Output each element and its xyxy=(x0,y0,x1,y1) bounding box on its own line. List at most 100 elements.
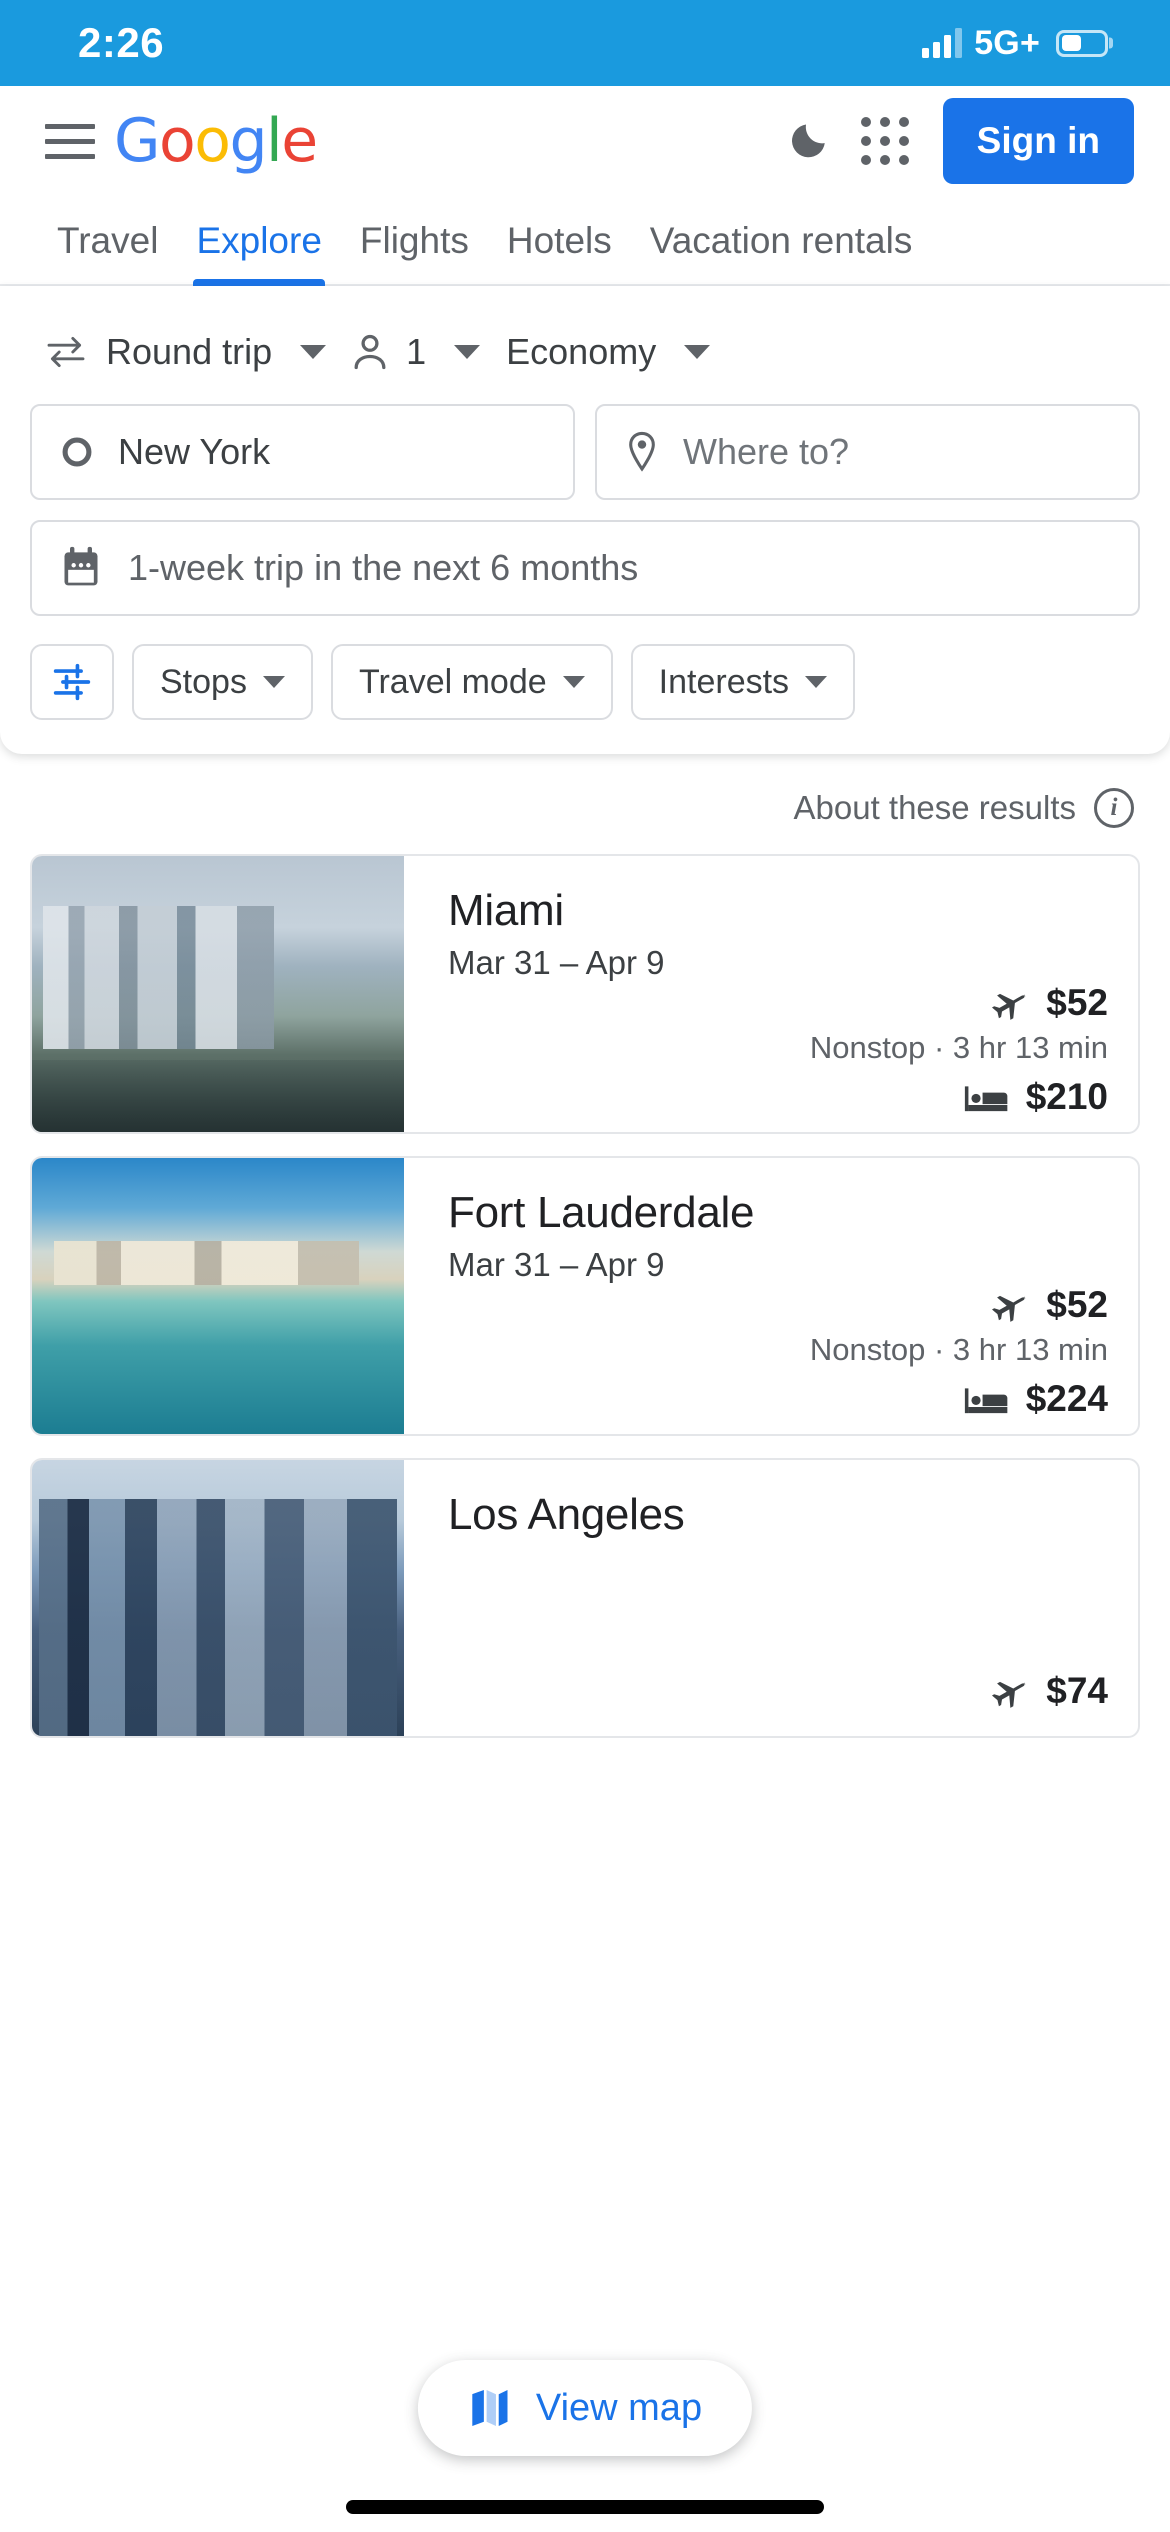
airplane-icon xyxy=(992,993,1026,1020)
chip-travel-mode-label: Travel mode xyxy=(358,662,547,701)
flight-price: $74 xyxy=(1046,1670,1108,1711)
logo-letter: o xyxy=(159,106,196,176)
chip-stops-label: Stops xyxy=(160,662,247,701)
chevron-down-icon xyxy=(684,345,711,359)
chip-travel-mode[interactable]: Travel mode xyxy=(330,644,613,720)
hotel-price: $210 xyxy=(1025,1076,1108,1117)
cabin-class-label: Economy xyxy=(506,331,657,372)
all-filters-button[interactable] xyxy=(30,644,114,720)
flight-price: $52 xyxy=(1046,982,1108,1023)
network-type-label: 5G+ xyxy=(974,23,1040,62)
logo-letter: l xyxy=(266,106,283,176)
chip-stops[interactable]: Stops xyxy=(132,644,313,720)
info-icon[interactable]: i xyxy=(1094,788,1134,828)
flight-price-line: $52 xyxy=(448,982,1108,1024)
google-apps-button[interactable] xyxy=(847,103,923,179)
filter-sliders-icon xyxy=(53,663,91,701)
flight-price: $52 xyxy=(1046,1284,1108,1325)
swap-arrows-icon xyxy=(47,336,85,368)
destination-field[interactable]: Where to? xyxy=(595,404,1140,500)
chip-interests[interactable]: Interests xyxy=(630,644,856,720)
chevron-down-icon xyxy=(454,345,481,359)
trip-type-selector[interactable]: Round trip xyxy=(44,331,352,373)
apps-grid-icon xyxy=(860,117,909,165)
tab-travel[interactable]: Travel xyxy=(38,220,177,284)
dates-value: 1-week trip in the next 6 months xyxy=(128,547,639,588)
destination-prices: $74 xyxy=(448,1670,1108,1712)
tab-flights[interactable]: Flights xyxy=(341,220,488,284)
map-icon xyxy=(472,2390,508,2426)
home-indicator[interactable] xyxy=(346,2500,824,2514)
chevron-down-icon xyxy=(300,345,327,359)
destination-card[interactable]: Miami Mar 31 – Apr 9 $52 Nonstop · 3 hr … xyxy=(30,854,1140,1134)
origin-circle-icon xyxy=(62,437,92,467)
chevron-down-icon xyxy=(805,676,828,688)
destination-photo xyxy=(32,1460,404,1736)
filter-chips-row: Stops Travel mode Interests xyxy=(30,644,1140,720)
status-indicators: 5G+ xyxy=(922,24,1108,63)
chip-interests-label: Interests xyxy=(658,662,790,701)
status-time: 2:26 xyxy=(78,19,165,66)
person-icon xyxy=(354,334,386,370)
about-these-results[interactable]: About these results i xyxy=(30,754,1140,854)
origin-value: New York xyxy=(118,431,271,472)
sign-in-button[interactable]: Sign in xyxy=(942,98,1134,184)
logo-letter: o xyxy=(194,106,231,176)
bed-icon xyxy=(964,1086,1008,1112)
destination-prices: $52 Nonstop · 3 hr 13 min $224 xyxy=(448,1284,1108,1420)
destination-card[interactable]: Fort Lauderdale Mar 31 – Apr 9 $52 Nonst… xyxy=(30,1156,1140,1436)
signal-bars-icon xyxy=(922,28,963,58)
dark-mode-toggle-button[interactable] xyxy=(771,103,847,179)
destination-city: Fort Lauderdale xyxy=(448,1188,755,1237)
dates-field[interactable]: 1-week trip in the next 6 months xyxy=(30,520,1140,616)
airplane-icon xyxy=(992,1681,1026,1708)
destination-photo xyxy=(32,1158,404,1434)
status-bar: 2:26 5G+ xyxy=(0,0,1170,86)
origin-field[interactable]: New York xyxy=(30,404,575,500)
destination-card[interactable]: Los Angeles $74 xyxy=(30,1458,1140,1738)
flight-price-line: $52 xyxy=(448,1284,1108,1326)
bed-icon xyxy=(964,1388,1008,1414)
destination-photo xyxy=(32,856,404,1132)
flight-detail: Nonstop · 3 hr 13 min xyxy=(809,1332,1108,1367)
tab-explore[interactable]: Explore xyxy=(177,220,340,286)
search-panel: Round trip 1 Economy New York Where to? … xyxy=(0,286,1170,754)
tab-hotels[interactable]: Hotels xyxy=(488,220,631,284)
google-logo[interactable]: Google xyxy=(114,106,318,176)
chevron-down-icon xyxy=(262,676,285,688)
view-map-button[interactable]: View map xyxy=(417,2360,753,2456)
nav-tabs: Travel Explore Flights Hotels Vacation r… xyxy=(0,196,1170,286)
airplane-icon xyxy=(992,1295,1026,1322)
chevron-down-icon xyxy=(562,676,585,688)
passenger-count-label: 1 xyxy=(406,331,427,372)
destination-dates: Mar 31 – Apr 9 xyxy=(448,944,665,981)
destination-prices: $52 Nonstop · 3 hr 13 min $210 xyxy=(448,982,1108,1118)
hamburger-menu-icon[interactable] xyxy=(40,111,100,171)
battery-icon xyxy=(1056,29,1108,57)
destination-dates: Mar 31 – Apr 9 xyxy=(448,1246,665,1283)
logo-letter: e xyxy=(281,106,318,176)
location-fields-row: New York Where to? xyxy=(30,404,1140,500)
logo-letter: g xyxy=(229,106,267,176)
destination-city: Los Angeles xyxy=(448,1490,685,1539)
logo-letter: G xyxy=(114,106,161,176)
hotel-price-line: $224 xyxy=(448,1378,1108,1420)
hotel-price-line: $210 xyxy=(448,1076,1108,1118)
destination-city: Miami xyxy=(448,886,564,935)
flight-detail: Nonstop · 3 hr 13 min xyxy=(809,1030,1108,1065)
flight-price-line: $74 xyxy=(448,1670,1108,1712)
tab-vacation-rentals[interactable]: Vacation rentals xyxy=(631,220,932,284)
calendar-icon xyxy=(64,546,98,586)
about-results-label: About these results xyxy=(793,789,1077,826)
trip-type-label: Round trip xyxy=(106,331,273,372)
cabin-class-selector[interactable]: Economy xyxy=(506,331,736,373)
hotel-price: $224 xyxy=(1025,1378,1108,1419)
moon-icon xyxy=(791,124,825,158)
view-map-label: View map xyxy=(535,2386,703,2429)
app-header: Google Sign in xyxy=(0,86,1170,196)
map-pin-icon xyxy=(629,431,655,472)
passenger-selector[interactable]: 1 xyxy=(352,331,506,373)
trip-options-row: Round trip 1 Economy xyxy=(30,312,1140,392)
destination-placeholder: Where to? xyxy=(683,431,850,472)
results-list: About these results i Miami Mar 31 – Apr… xyxy=(0,754,1170,1738)
